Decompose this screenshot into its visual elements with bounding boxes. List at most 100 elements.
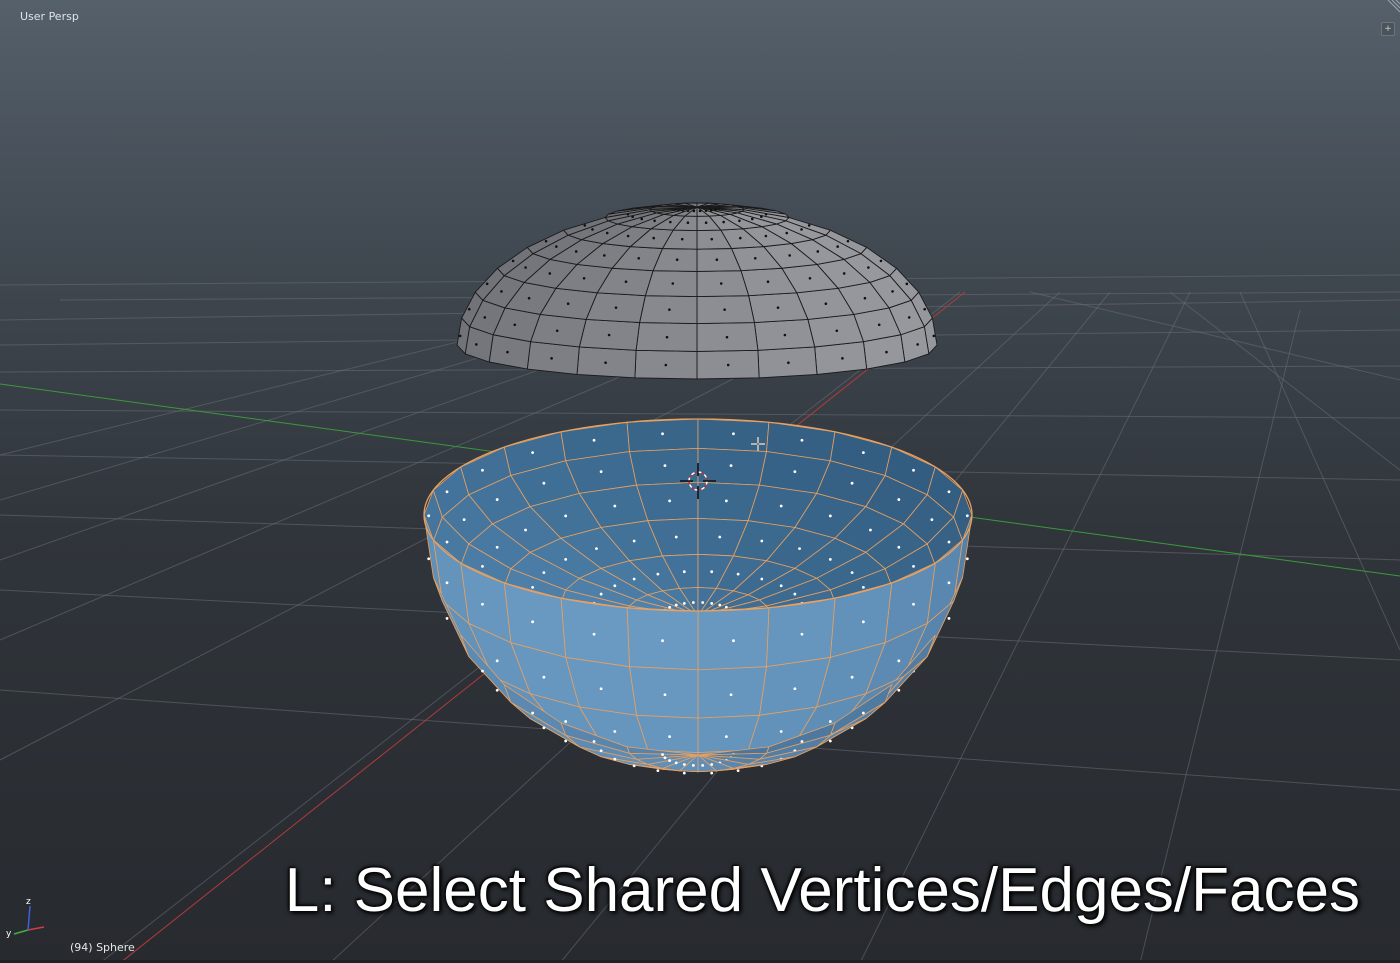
face-dot bbox=[445, 490, 449, 494]
bowl-inner-face bbox=[629, 447, 699, 486]
face-dot bbox=[613, 757, 617, 761]
face-dot bbox=[652, 236, 656, 240]
face-dot bbox=[947, 581, 951, 585]
svg-text:y: y bbox=[6, 929, 12, 939]
face-dot bbox=[701, 763, 705, 767]
face-dot bbox=[500, 290, 503, 293]
face-dot bbox=[879, 259, 883, 263]
shortcut-hint-overlay: L: Select Shared Vertices/Edges/Faces bbox=[284, 856, 1360, 925]
face-dot bbox=[640, 217, 644, 221]
face-dot bbox=[668, 735, 672, 739]
face-dot bbox=[592, 740, 596, 743]
face-dot bbox=[869, 528, 872, 532]
face-dot bbox=[656, 572, 660, 576]
face-dot bbox=[485, 282, 489, 286]
face-dot bbox=[592, 632, 596, 636]
face-dot bbox=[916, 343, 919, 346]
face-dot bbox=[548, 272, 552, 275]
face-dot bbox=[793, 687, 797, 691]
view-label: User Persp bbox=[20, 10, 79, 23]
face-dot bbox=[776, 306, 780, 309]
face-dot bbox=[836, 245, 839, 248]
face-dot bbox=[595, 547, 598, 551]
face-dot bbox=[850, 571, 854, 575]
face-dot bbox=[841, 357, 844, 360]
face-dot bbox=[722, 220, 725, 224]
face-dot bbox=[828, 720, 832, 723]
face-dot bbox=[861, 620, 865, 624]
face-dot bbox=[605, 231, 609, 235]
face-dot bbox=[861, 711, 865, 715]
grid-line bbox=[0, 409, 1400, 419]
face-dot bbox=[531, 620, 535, 624]
face-dot bbox=[481, 669, 484, 673]
face-dot bbox=[725, 335, 729, 339]
3d-viewport[interactable]: y z User Persp (94) Sphere L: Select Sha… bbox=[0, 0, 1400, 963]
dome-face bbox=[526, 341, 580, 375]
face-dot bbox=[723, 308, 726, 311]
face-dot bbox=[912, 565, 915, 568]
face-dot bbox=[710, 237, 714, 241]
face-dot bbox=[566, 302, 570, 306]
face-dot bbox=[614, 306, 618, 309]
area-split-corner-icon[interactable] bbox=[1386, 0, 1400, 14]
face-dot bbox=[912, 468, 915, 472]
face-dot bbox=[897, 688, 901, 692]
bowl-inner-face bbox=[636, 481, 699, 522]
face-dot bbox=[599, 592, 603, 596]
face-dot bbox=[710, 601, 714, 605]
plus-icon[interactable]: + bbox=[1381, 22, 1395, 36]
face-dot bbox=[544, 239, 548, 243]
face-dot bbox=[674, 761, 678, 765]
face-dot bbox=[674, 535, 678, 539]
object-info: (94) Sphere bbox=[70, 941, 135, 954]
face-dot bbox=[798, 547, 801, 551]
face-dot bbox=[710, 209, 713, 212]
face-dot bbox=[632, 539, 636, 543]
face-dot bbox=[564, 720, 568, 723]
face-dot bbox=[427, 514, 431, 518]
face-dot bbox=[495, 688, 499, 692]
face-dot bbox=[663, 693, 667, 697]
face-dot bbox=[481, 468, 484, 472]
face-dot bbox=[897, 498, 901, 501]
face-dot bbox=[671, 282, 675, 285]
face-dot bbox=[624, 280, 628, 284]
face-dot bbox=[661, 639, 664, 643]
face-dot bbox=[732, 432, 735, 436]
face-dot bbox=[783, 333, 787, 337]
face-dot bbox=[965, 557, 969, 561]
face-dot bbox=[788, 254, 791, 257]
face-dot bbox=[719, 282, 723, 285]
viewport-scene[interactable]: y z bbox=[0, 0, 1400, 963]
face-dot bbox=[467, 307, 471, 311]
face-dot bbox=[513, 323, 517, 327]
axis-gizmo-icon: y z bbox=[6, 897, 45, 939]
face-dot bbox=[511, 259, 515, 263]
upper-hemisphere-mesh[interactable] bbox=[456, 202, 938, 380]
face-dot bbox=[527, 296, 531, 300]
face-dot bbox=[842, 272, 846, 275]
face-dot bbox=[542, 571, 546, 575]
face-dot bbox=[445, 617, 449, 620]
face-dot bbox=[863, 296, 867, 300]
face-dot bbox=[701, 601, 705, 604]
face-dot bbox=[656, 769, 660, 773]
face-dot bbox=[736, 572, 740, 576]
face-dot bbox=[779, 584, 783, 588]
face-dot bbox=[729, 464, 733, 468]
face-dot bbox=[724, 735, 728, 739]
face-dot bbox=[495, 498, 499, 501]
face-dot bbox=[682, 601, 686, 605]
face-dot bbox=[574, 250, 578, 253]
face-dot bbox=[738, 236, 742, 240]
face-dot bbox=[613, 504, 617, 508]
dome-face bbox=[696, 270, 750, 298]
face-dot bbox=[793, 470, 797, 474]
face-dot bbox=[835, 329, 839, 333]
face-dot bbox=[736, 769, 740, 773]
face-dot bbox=[481, 602, 484, 606]
face-dot bbox=[668, 605, 672, 609]
face-dot bbox=[668, 759, 672, 762]
face-dot bbox=[846, 239, 850, 243]
